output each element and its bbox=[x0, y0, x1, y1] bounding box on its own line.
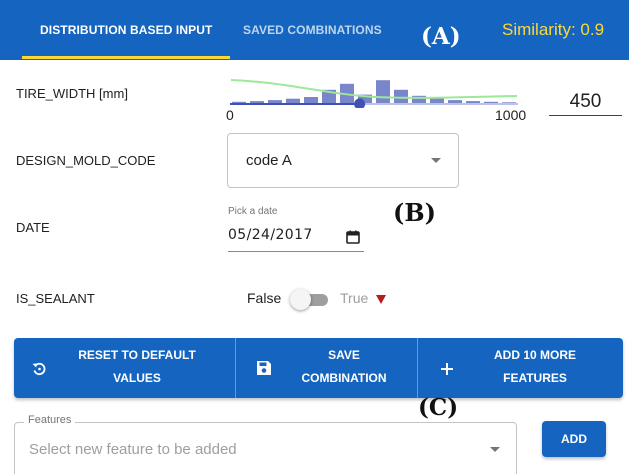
histogram-bar bbox=[484, 101, 498, 103]
design-mold-code-label: DESIGN_MOLD_CODE bbox=[16, 153, 156, 168]
top-tab-bar: DISTRIBUTION BASED INPUT SAVED COMBINATI… bbox=[0, 0, 629, 60]
tire-width-density-curve bbox=[230, 79, 518, 99]
add10-label-line2: FEATURES bbox=[503, 371, 567, 385]
histogram-bar bbox=[448, 100, 462, 103]
save-button-label: SAVE COMBINATION bbox=[284, 344, 404, 390]
plus-icon bbox=[441, 363, 453, 375]
histogram-bar bbox=[502, 102, 516, 103]
annotation-a: (A) bbox=[421, 23, 461, 50]
reset-button-label: RESET TO DEFAULT VALUES bbox=[62, 344, 212, 390]
features-dropdown-arrow-icon[interactable] bbox=[490, 447, 500, 452]
histogram-bar bbox=[376, 80, 390, 103]
similarity-score: Similarity: 0.9 bbox=[502, 20, 605, 39]
reset-label-line1: RESET TO DEFAULT bbox=[78, 348, 196, 362]
date-label: DATE bbox=[16, 220, 50, 235]
calendar-icon[interactable] bbox=[346, 230, 360, 244]
action-button-group: RESET TO DEFAULT VALUES SAVE COMBINATION… bbox=[14, 338, 623, 398]
annotation-c: (C) bbox=[418, 394, 459, 421]
add10-label-line1: ADD 10 MORE bbox=[493, 348, 576, 362]
add-feature-button[interactable]: ADD bbox=[542, 421, 606, 457]
histogram-bar bbox=[232, 101, 246, 103]
reset-to-default-button[interactable]: RESET TO DEFAULT VALUES bbox=[14, 338, 235, 398]
features-legend: Features bbox=[24, 414, 76, 426]
toggle-true-label: True bbox=[340, 290, 369, 306]
save-combination-button[interactable]: SAVE COMBINATION bbox=[235, 338, 417, 398]
slider-max-label: 1000 bbox=[495, 107, 527, 123]
histogram-bar bbox=[304, 97, 318, 103]
histogram-bar bbox=[286, 98, 300, 103]
tire-width-label: TIRE_WIDTH [mm] bbox=[16, 86, 128, 101]
toggle-false-label: False bbox=[247, 290, 282, 306]
restore-icon bbox=[32, 362, 46, 376]
is-sealant-switch-thumb[interactable] bbox=[290, 289, 311, 310]
histogram-bar bbox=[466, 101, 480, 103]
is-sealant-label: IS_SEALANT bbox=[16, 291, 95, 306]
histogram-bar bbox=[268, 100, 282, 103]
tire-width-slider[interactable] bbox=[225, 70, 525, 108]
tab-saved-combinations[interactable]: SAVED COMBINATIONS bbox=[243, 0, 382, 60]
tab-distribution-based-input[interactable]: DISTRIBUTION BASED INPUT bbox=[40, 0, 212, 60]
date-caption: Pick a date bbox=[228, 206, 278, 217]
reset-label-line2: VALUES bbox=[113, 371, 161, 385]
features-placeholder: Select new feature to be added bbox=[29, 441, 237, 458]
slider-min-label: 0 bbox=[226, 107, 234, 123]
design-mold-code-select[interactable]: code A bbox=[227, 133, 459, 188]
histogram-bar bbox=[394, 89, 408, 103]
tire-width-value-input[interactable]: 450 bbox=[549, 90, 622, 116]
floppy-icon bbox=[257, 361, 271, 375]
design-mold-code-value: code A bbox=[246, 152, 292, 169]
save-label-line1: SAVE bbox=[328, 348, 360, 362]
add-10-more-features-button[interactable]: ADD 10 MORE FEATURES bbox=[417, 338, 623, 398]
date-input[interactable]: 05/24/2017 bbox=[228, 224, 364, 252]
add10-button-label: ADD 10 MORE FEATURES bbox=[470, 344, 600, 390]
alert-triangle-icon bbox=[376, 295, 386, 304]
annotation-b: (B) bbox=[393, 198, 436, 227]
dropdown-arrow-icon bbox=[431, 158, 441, 163]
histogram-bar bbox=[250, 101, 264, 103]
save-label-line2: COMBINATION bbox=[301, 371, 387, 385]
active-tab-indicator bbox=[22, 56, 230, 59]
histogram-bar bbox=[430, 98, 444, 103]
date-value: 05/24/2017 bbox=[228, 227, 313, 243]
